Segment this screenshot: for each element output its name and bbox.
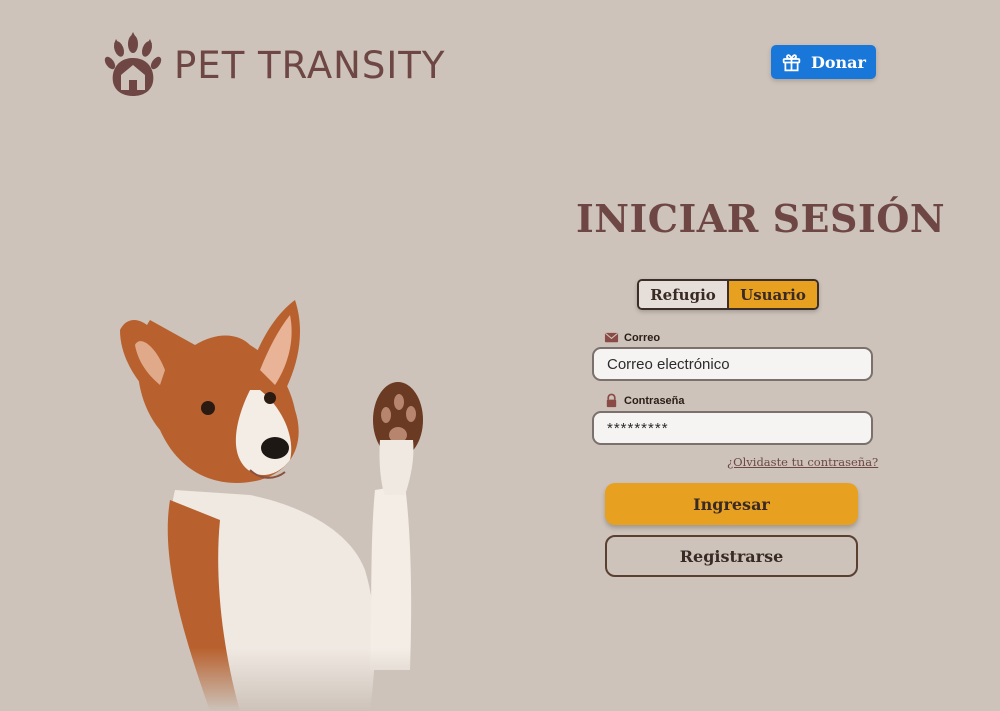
page-title: INICIAR SESIÓN [576,196,946,241]
login-button[interactable]: Ingresar [605,483,858,525]
tab-usuario[interactable]: Usuario [729,281,817,308]
password-label-text: Contraseña [624,394,685,407]
register-button[interactable]: Registrarse [605,535,858,577]
forgot-password-link[interactable]: ¿Olvidaste tu contraseña? [727,455,878,469]
role-toggle: Refugio Usuario [637,279,819,310]
brand-name: PET TRANSITY [174,43,446,87]
dog-illustration [120,300,423,711]
donate-button[interactable]: Donar [771,45,876,79]
password-field[interactable]: ********* [592,411,873,445]
gift-icon [782,53,801,71]
email-field[interactable] [592,347,873,381]
password-label: Contraseña [604,393,685,408]
tab-refugio[interactable]: Refugio [639,281,729,308]
donate-label: Donar [811,52,866,72]
brand-logo[interactable]: PET TRANSITY [104,32,445,98]
lock-icon [606,393,617,408]
envelope-icon [604,332,619,343]
email-label: Correo [604,330,660,345]
paw-house-icon [104,32,162,96]
email-label-text: Correo [624,331,661,344]
